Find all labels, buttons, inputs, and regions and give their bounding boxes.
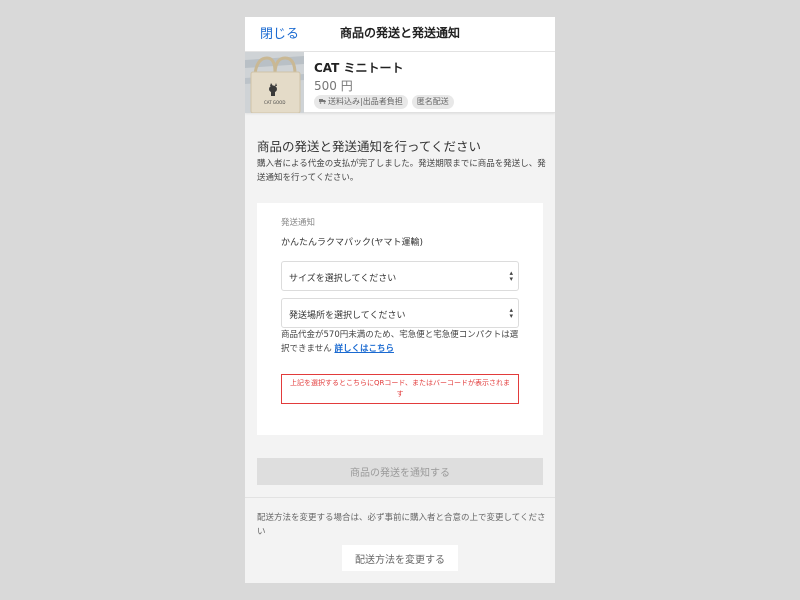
section-title: 商品の発送と発送通知を行ってください	[257, 139, 482, 154]
item-summary[interactable]: CAT GOOD CAT ミニトート 500 円 送料込み|出品者負担 匿名配送	[245, 52, 555, 113]
anonymous-shipping-badge: 匿名配送	[411, 95, 454, 109]
size-restriction-text: 商品代金が570円未満のため、宅急便と宅急便コンパクトは選択できません	[281, 330, 519, 354]
page-title: 商品の発送と発送通知	[339, 26, 460, 40]
tote-bag-photo: CAT GOOD	[245, 52, 304, 113]
item-thumbnail: CAT GOOD	[245, 52, 304, 113]
thumbnail-text: CAT GOOD	[264, 100, 285, 105]
shipping-method-name: かんたんラクマパック(ヤマト運輸)	[281, 238, 424, 248]
item-price: 500 円	[314, 79, 353, 93]
size-restriction-note: 商品代金が570円未満のため、宅急便と宅急便コンパクトは選択できません 詳しくは…	[281, 328, 526, 356]
chevron-up-down-icon: ▴ ▾	[509, 306, 513, 320]
size-select-value: サイズを選択してください	[289, 274, 397, 284]
change-method-note: 配送方法を変更する場合は、必ず事前に購入者と合意の上で変更してください	[257, 513, 546, 537]
change-method-button[interactable]: 配送方法を変更する	[342, 545, 458, 571]
qr-code-notice: 上記を選択するとこちらにQRコード、またはバーコードが表示されます	[281, 374, 519, 404]
modal-header: 閉じる 商品の発送と発送通知	[245, 17, 555, 52]
divider	[245, 497, 555, 498]
anonymous-shipping-badge-label: 匿名配送	[416, 97, 449, 106]
place-select[interactable]: 発送場所を選択してください ▴ ▾	[281, 298, 519, 328]
shipping-fee-badge: 送料込み|出品者負担	[314, 95, 408, 109]
section-description: 購入者による代金の支払が完了しました。発送期限までに商品を発送し、発送通知を行っ…	[257, 159, 546, 183]
chevron-up-down-icon: ▴ ▾	[509, 269, 513, 283]
truck-icon	[319, 97, 326, 107]
qr-code-notice-text: 上記を選択するとこちらにQRコード、またはバーコードが表示されます	[289, 379, 511, 398]
size-select[interactable]: サイズを選択してください ▴ ▾	[281, 261, 519, 291]
details-link[interactable]: 詳しくはこちら	[334, 344, 394, 354]
item-name: CAT ミニトート	[314, 61, 404, 75]
shipping-modal: 閉じる 商品の発送と発送通知 CAT GOOD CAT ミニトート 500 円	[245, 17, 555, 583]
shipping-form: 発送通知 かんたんラクマパック(ヤマト運輸) サイズを選択してください ▴ ▾ 発…	[257, 203, 543, 435]
notify-shipment-button[interactable]: 商品の発送を通知する	[257, 458, 543, 485]
field-label: 発送通知	[281, 218, 316, 228]
shipping-fee-badge-label: 送料込み|出品者負担	[328, 97, 403, 106]
item-badges: 送料込み|出品者負担 匿名配送	[314, 95, 454, 109]
place-select-value: 発送場所を選択してください	[289, 311, 406, 321]
